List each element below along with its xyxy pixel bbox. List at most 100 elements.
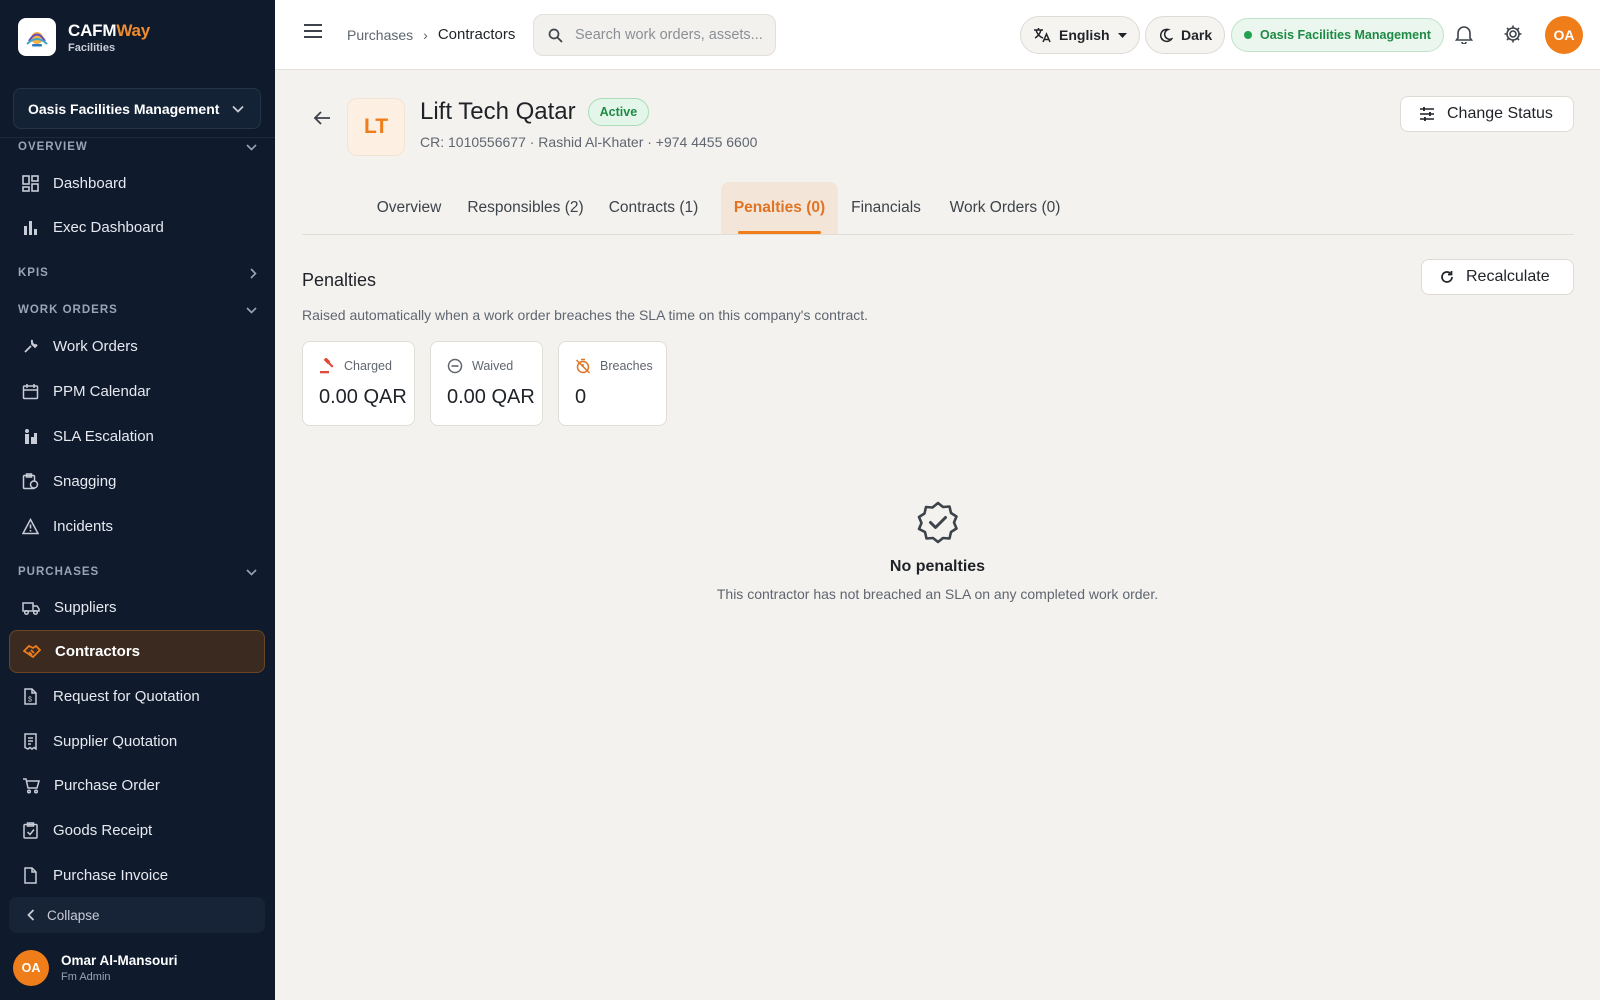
- stat-label: Waived: [472, 359, 514, 373]
- avatar[interactable]: OA: [1545, 16, 1583, 54]
- bar-chart-icon: [24, 221, 37, 235]
- sidebar-item-goods-receipt[interactable]: Goods Receipt: [9, 809, 265, 852]
- organization-badge-label: Oasis Facilities Management: [1260, 28, 1431, 42]
- section-purchases[interactable]: PURCHASES: [18, 566, 257, 578]
- section-title: Penalties: [302, 270, 377, 290]
- calendar-icon: [22, 384, 39, 400]
- sidebar-item-purchase-order[interactable]: Purchase Order: [9, 764, 265, 807]
- document-dollar-icon: $: [24, 688, 37, 705]
- sidebar-item-exec-dashboard[interactable]: Exec Dashboard: [9, 206, 265, 249]
- sidebar-item-dashboard[interactable]: Dashboard: [9, 162, 265, 205]
- wrench-icon: [24, 339, 38, 353]
- user-profile[interactable]: OA Omar Al-Mansouri Fm Admin: [13, 950, 178, 986]
- moon-icon: [1160, 28, 1173, 42]
- stat-card-breaches: Breaches 0: [558, 341, 667, 426]
- stat-value: 0.00 QAR: [319, 386, 407, 408]
- search-input[interactable]: [575, 27, 765, 43]
- change-status-button[interactable]: Change Status: [1400, 96, 1574, 132]
- tab-work-orders[interactable]: Work Orders (0): [940, 182, 1070, 234]
- top-bar: Purchases › Contractors English Dark Oas…: [275, 0, 1600, 70]
- notifications-button[interactable]: [1454, 24, 1474, 49]
- section-kpis[interactable]: KPIS: [18, 267, 257, 279]
- collapse-label: Collapse: [47, 907, 100, 923]
- sidebar-item-work-orders[interactable]: Work Orders: [9, 325, 265, 368]
- page-title: Lift Tech Qatar: [420, 98, 576, 125]
- recalculate-button[interactable]: Recalculate: [1421, 259, 1574, 295]
- section-kpis-label: KPIS: [18, 267, 49, 279]
- truck-icon: [22, 602, 40, 616]
- tab-responsibles[interactable]: Responsibles (2): [462, 182, 589, 234]
- gavel-icon: [320, 358, 334, 374]
- section-work-orders[interactable]: WORK ORDERS: [18, 304, 257, 316]
- sidebar-item-label: Snagging: [53, 473, 117, 490]
- minus-circle-icon: [447, 358, 463, 374]
- recalculate-label: Recalculate: [1466, 268, 1550, 285]
- breadcrumb-parent[interactable]: Purchases: [347, 27, 413, 43]
- tab-financials[interactable]: Financials: [842, 182, 930, 234]
- search-box[interactable]: [533, 14, 776, 56]
- invoice-icon: [24, 867, 37, 884]
- tab-penalties[interactable]: Penalties (0): [721, 182, 838, 234]
- status-badge: Active: [587, 98, 650, 126]
- chevron-right-icon: [250, 267, 257, 279]
- sidebar-item-label: Request for Quotation: [53, 688, 200, 705]
- collapse-button[interactable]: Collapse: [9, 897, 265, 933]
- section-overview[interactable]: OVERVIEW: [18, 141, 257, 153]
- sidebar-item-suppliers[interactable]: Suppliers: [9, 586, 265, 629]
- status-dot: [1244, 31, 1252, 39]
- tune-icon: [1420, 107, 1434, 121]
- brand-logo: [18, 18, 56, 56]
- sidebar-item-incidents[interactable]: Incidents: [9, 505, 265, 548]
- language-label: English: [1059, 27, 1110, 43]
- bell-icon: [1454, 26, 1474, 45]
- empty-state-description: This contractor has not breached an SLA …: [716, 586, 1159, 602]
- warning-icon: [22, 518, 39, 535]
- settings-button[interactable]: [1503, 24, 1523, 49]
- change-status-label: Change Status: [1447, 105, 1553, 122]
- sidebar-item-snagging[interactable]: Snagging: [9, 460, 265, 503]
- hamburger-icon: [304, 24, 322, 38]
- sidebar-item-purchase-invoice[interactable]: Purchase Invoice: [9, 854, 265, 890]
- sidebar-nav[interactable]: OVERVIEW Dashboard Exec Dashboard KPIS W…: [0, 137, 275, 890]
- stat-label: Charged: [344, 359, 392, 373]
- svg-text:$: $: [28, 697, 32, 704]
- sidebar-item-label: Goods Receipt: [53, 822, 153, 839]
- sidebar-item-label: Purchase Order: [54, 777, 160, 794]
- organization-badge[interactable]: Oasis Facilities Management: [1231, 18, 1444, 52]
- sidebar-item-supplier-quotation[interactable]: Supplier Quotation: [9, 720, 265, 763]
- tab-contracts[interactable]: Contracts (1): [600, 182, 707, 234]
- sidebar-item-label: SLA Escalation: [53, 428, 154, 445]
- language-selector[interactable]: English: [1020, 16, 1140, 54]
- tab-overview[interactable]: Overview: [364, 182, 454, 234]
- sidebar-item-sla-escalation[interactable]: SLA Escalation: [9, 415, 265, 458]
- gear-icon: [1504, 25, 1522, 43]
- empty-state-title: No penalties: [889, 558, 986, 575]
- sidebar-item-contractors[interactable]: Contractors: [9, 630, 265, 673]
- brand[interactable]: CAFMWay Facilities: [18, 18, 150, 56]
- sidebar-item-label: Contractors: [55, 643, 141, 660]
- chevron-down-icon: [246, 306, 257, 314]
- contractor-details: CR: 1010556677 · Rashid Al-Khater · +974…: [420, 134, 758, 150]
- sidebar-item-label: Work Orders: [53, 338, 138, 355]
- contractor-header: Lift Tech Qatar Active: [420, 98, 650, 126]
- sidebar: CAFMWay Facilities Oasis Facilities Mana…: [0, 0, 275, 1000]
- breadcrumb-current: Contractors: [437, 26, 516, 43]
- organization-select[interactable]: Oasis Facilities Management: [13, 88, 261, 129]
- sidebar-item-label: Purchase Invoice: [53, 867, 169, 884]
- user-name: Omar Al-Mansouri: [61, 953, 178, 968]
- user-role: Fm Admin: [61, 971, 111, 983]
- breadcrumb: Purchases › Contractors: [347, 26, 515, 43]
- menu-button[interactable]: [303, 23, 323, 44]
- back-button[interactable]: [313, 110, 331, 131]
- sidebar-item-label: Incidents: [53, 518, 114, 535]
- sidebar-item-request-for-quotation[interactable]: $ Request for Quotation: [9, 675, 265, 718]
- theme-toggle[interactable]: Dark: [1145, 16, 1226, 54]
- sidebar-item-ppm-calendar[interactable]: PPM Calendar: [9, 370, 265, 413]
- brand-name: CAFMWay: [68, 20, 151, 40]
- section-overview-label: OVERVIEW: [18, 141, 88, 153]
- main-content: LT Lift Tech Qatar Active CR: 1010556677…: [275, 70, 1600, 1000]
- chevron-left-icon: [27, 909, 35, 921]
- chevron-down-icon: [232, 105, 244, 113]
- empty-state: No penalties This contractor has not bre…: [275, 500, 1600, 602]
- avatar: OA: [13, 950, 49, 986]
